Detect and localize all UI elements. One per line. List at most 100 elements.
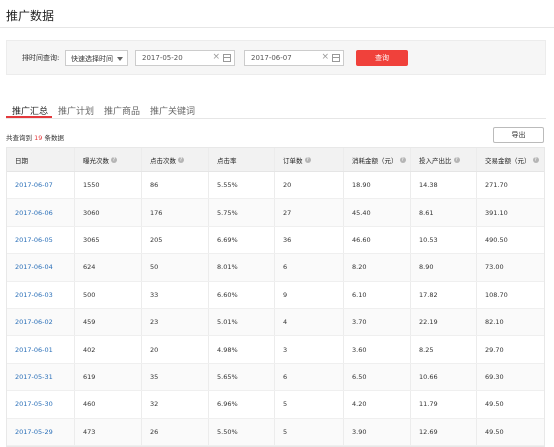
date-link[interactable]: 2017-05-29 (7, 418, 75, 445)
date-link[interactable]: 2017-06-03 (7, 281, 75, 308)
date-link[interactable]: 2017-06-05 (7, 226, 75, 254)
query-button[interactable]: 查询 (356, 50, 408, 66)
table-row: 2017-06-06 3060 176 5.75% 27 45.40 8.61 391.10 (7, 199, 544, 227)
table-row: 2017-06-01 402 20 4.98% 3 3.60 8.25 29.70 (7, 336, 544, 364)
cell-orders: 9 (275, 281, 344, 308)
cell-roi: 14.38 (411, 172, 477, 199)
help-icon[interactable]: ? (453, 156, 460, 163)
header-clicks: 点击次数? (142, 148, 209, 171)
cell-spend: 3.60 (344, 336, 411, 363)
table-row: 2017-06-07 1550 86 5.55% 20 18.90 14.38 271.70 (7, 172, 544, 200)
result-summary: 共查询到 19 条数据 (6, 132, 64, 142)
cell-ctr: 8.01% (209, 254, 275, 281)
cell-orders: 6 (275, 254, 344, 281)
header-label: 消耗金额（元） (352, 156, 398, 165)
cell-orders: 5 (275, 418, 344, 445)
clear-icon[interactable]: × (321, 52, 329, 62)
cell-clicks: 50 (142, 254, 209, 281)
cell-clicks: 20 (142, 336, 209, 363)
cell-ctr: 6.69% (209, 226, 275, 254)
cell-orders: 3 (275, 336, 344, 363)
cell-clicks: 205 (142, 226, 209, 254)
quick-time-select[interactable]: 快速选择时间 (65, 50, 128, 66)
date-link[interactable]: 2017-06-06 (7, 199, 75, 226)
cell-spend: 6.10 (344, 281, 411, 308)
quick-time-value: 快速选择时间 (71, 55, 113, 63)
cell-roi: 10.66 (411, 363, 477, 391)
cell-gmv: 490.50 (485, 235, 508, 244)
cell-ctr: 6.96% (209, 391, 275, 418)
date-link[interactable]: 2017-06-07 (7, 172, 75, 199)
cell-impressions: 402 (75, 336, 142, 363)
cell-clicks: 35 (142, 363, 209, 391)
header-label: 日期 (15, 156, 28, 165)
cell-gmv: 73.00 (485, 263, 504, 272)
cell-orders: 4 (275, 308, 344, 336)
cell-gmv: 69.30 (485, 372, 504, 381)
cell-ctr: 4.98% (209, 336, 275, 363)
cell-gmv: 82.10 (485, 318, 504, 327)
cell-gmv: 271.70 (485, 181, 508, 190)
cell-impressions: 1550 (75, 172, 142, 199)
start-date-field[interactable]: 2017-05-20 × (135, 50, 235, 66)
date-link[interactable]: 2017-06-04 (7, 254, 75, 281)
tab-plans[interactable]: 推广计划 (58, 104, 94, 117)
filter-panel: 排时间查询: 快速选择时间 2017-05-20 × 2017-06-07 × … (6, 40, 546, 75)
cell-ctr: 5.50% (209, 418, 275, 445)
export-button[interactable]: 导出 (493, 127, 544, 143)
date-link[interactable]: 2017-06-01 (7, 336, 75, 363)
header-gmv: 交易金额（元）? (477, 148, 544, 171)
header-orders: 订单数? (275, 148, 344, 171)
cell-ctr: 5.55% (209, 172, 275, 199)
date-link[interactable]: 2017-06-02 (7, 308, 75, 336)
cell-orders: 5 (275, 391, 344, 418)
cell-impressions: 473 (75, 418, 142, 445)
table-row: 2017-06-03 500 33 6.60% 9 6.10 17.82 108.70 (7, 281, 544, 309)
cell-orders: 20 (275, 172, 344, 199)
cell-orders: 27 (275, 199, 344, 226)
cell-roi: 8.25 (411, 336, 477, 363)
cell-spend: 6.50 (344, 363, 411, 391)
end-date-field[interactable]: 2017-06-07 × (244, 50, 344, 66)
cell-spend: 3.90 (344, 418, 411, 445)
help-icon[interactable]: ? (304, 156, 311, 163)
cell-roi: 17.82 (411, 281, 477, 308)
calendar-icon[interactable] (332, 54, 340, 62)
cell-ctr: 5.01% (209, 308, 275, 336)
cell-spend: 18.90 (344, 172, 411, 199)
cell-roi: 12.69 (411, 418, 477, 445)
end-date-value: 2017-06-07 (251, 54, 292, 62)
help-icon[interactable]: ? (111, 156, 117, 163)
table-header: 日期 曝光次数? 点击次数? 点击率 订单数? 消耗金额（元）? 投入产出比? 交易金额（元）… (7, 148, 544, 172)
data-table: 日期 曝光次数? 点击次数? 点击率 订单数? 消耗金额（元）? 投入产出比? 交易金额（元）… (6, 147, 545, 447)
cell-impressions: 624 (75, 254, 142, 281)
cell-spend: 3.70 (344, 308, 411, 336)
cell-impressions: 500 (75, 281, 142, 308)
tab-products[interactable]: 推广商品 (104, 104, 140, 117)
help-icon[interactable]: ? (178, 156, 184, 163)
header-spend: 消耗金额（元）? (344, 148, 411, 171)
calendar-icon[interactable] (223, 54, 231, 62)
cell-orders: 36 (275, 226, 344, 254)
cell-impressions: 3065 (75, 226, 142, 254)
date-link[interactable]: 2017-05-30 (7, 391, 75, 418)
tab-keywords[interactable]: 推广关键词 (150, 104, 195, 117)
header-impressions: 曝光次数? (75, 148, 142, 171)
header-date: 日期 (7, 148, 75, 171)
chevron-down-icon (117, 57, 123, 61)
help-icon[interactable]: ? (399, 156, 406, 163)
header-label: 曝光次数 (83, 156, 109, 165)
cell-clicks: 86 (142, 172, 209, 199)
cell-gmv: 29.70 (485, 345, 504, 354)
table-body: 2017-06-07 1550 86 5.55% 20 18.90 14.38 271.70 2… (7, 172, 544, 446)
clear-icon[interactable]: × (212, 52, 220, 62)
cell-ctr: 5.65% (209, 363, 275, 391)
help-icon[interactable]: ? (532, 156, 539, 163)
tab-bar: 推广汇总 推广计划 推广商品 推广关键词 (6, 104, 546, 118)
date-link[interactable]: 2017-05-31 (7, 363, 75, 391)
cell-gmv: 49.50 (485, 400, 504, 409)
title-divider (0, 27, 554, 28)
table-row: 2017-06-04 624 50 8.01% 6 8.20 8.90 73.00 (7, 254, 544, 282)
header-label: 点击率 (217, 156, 237, 165)
cell-ctr: 5.75% (209, 199, 275, 226)
